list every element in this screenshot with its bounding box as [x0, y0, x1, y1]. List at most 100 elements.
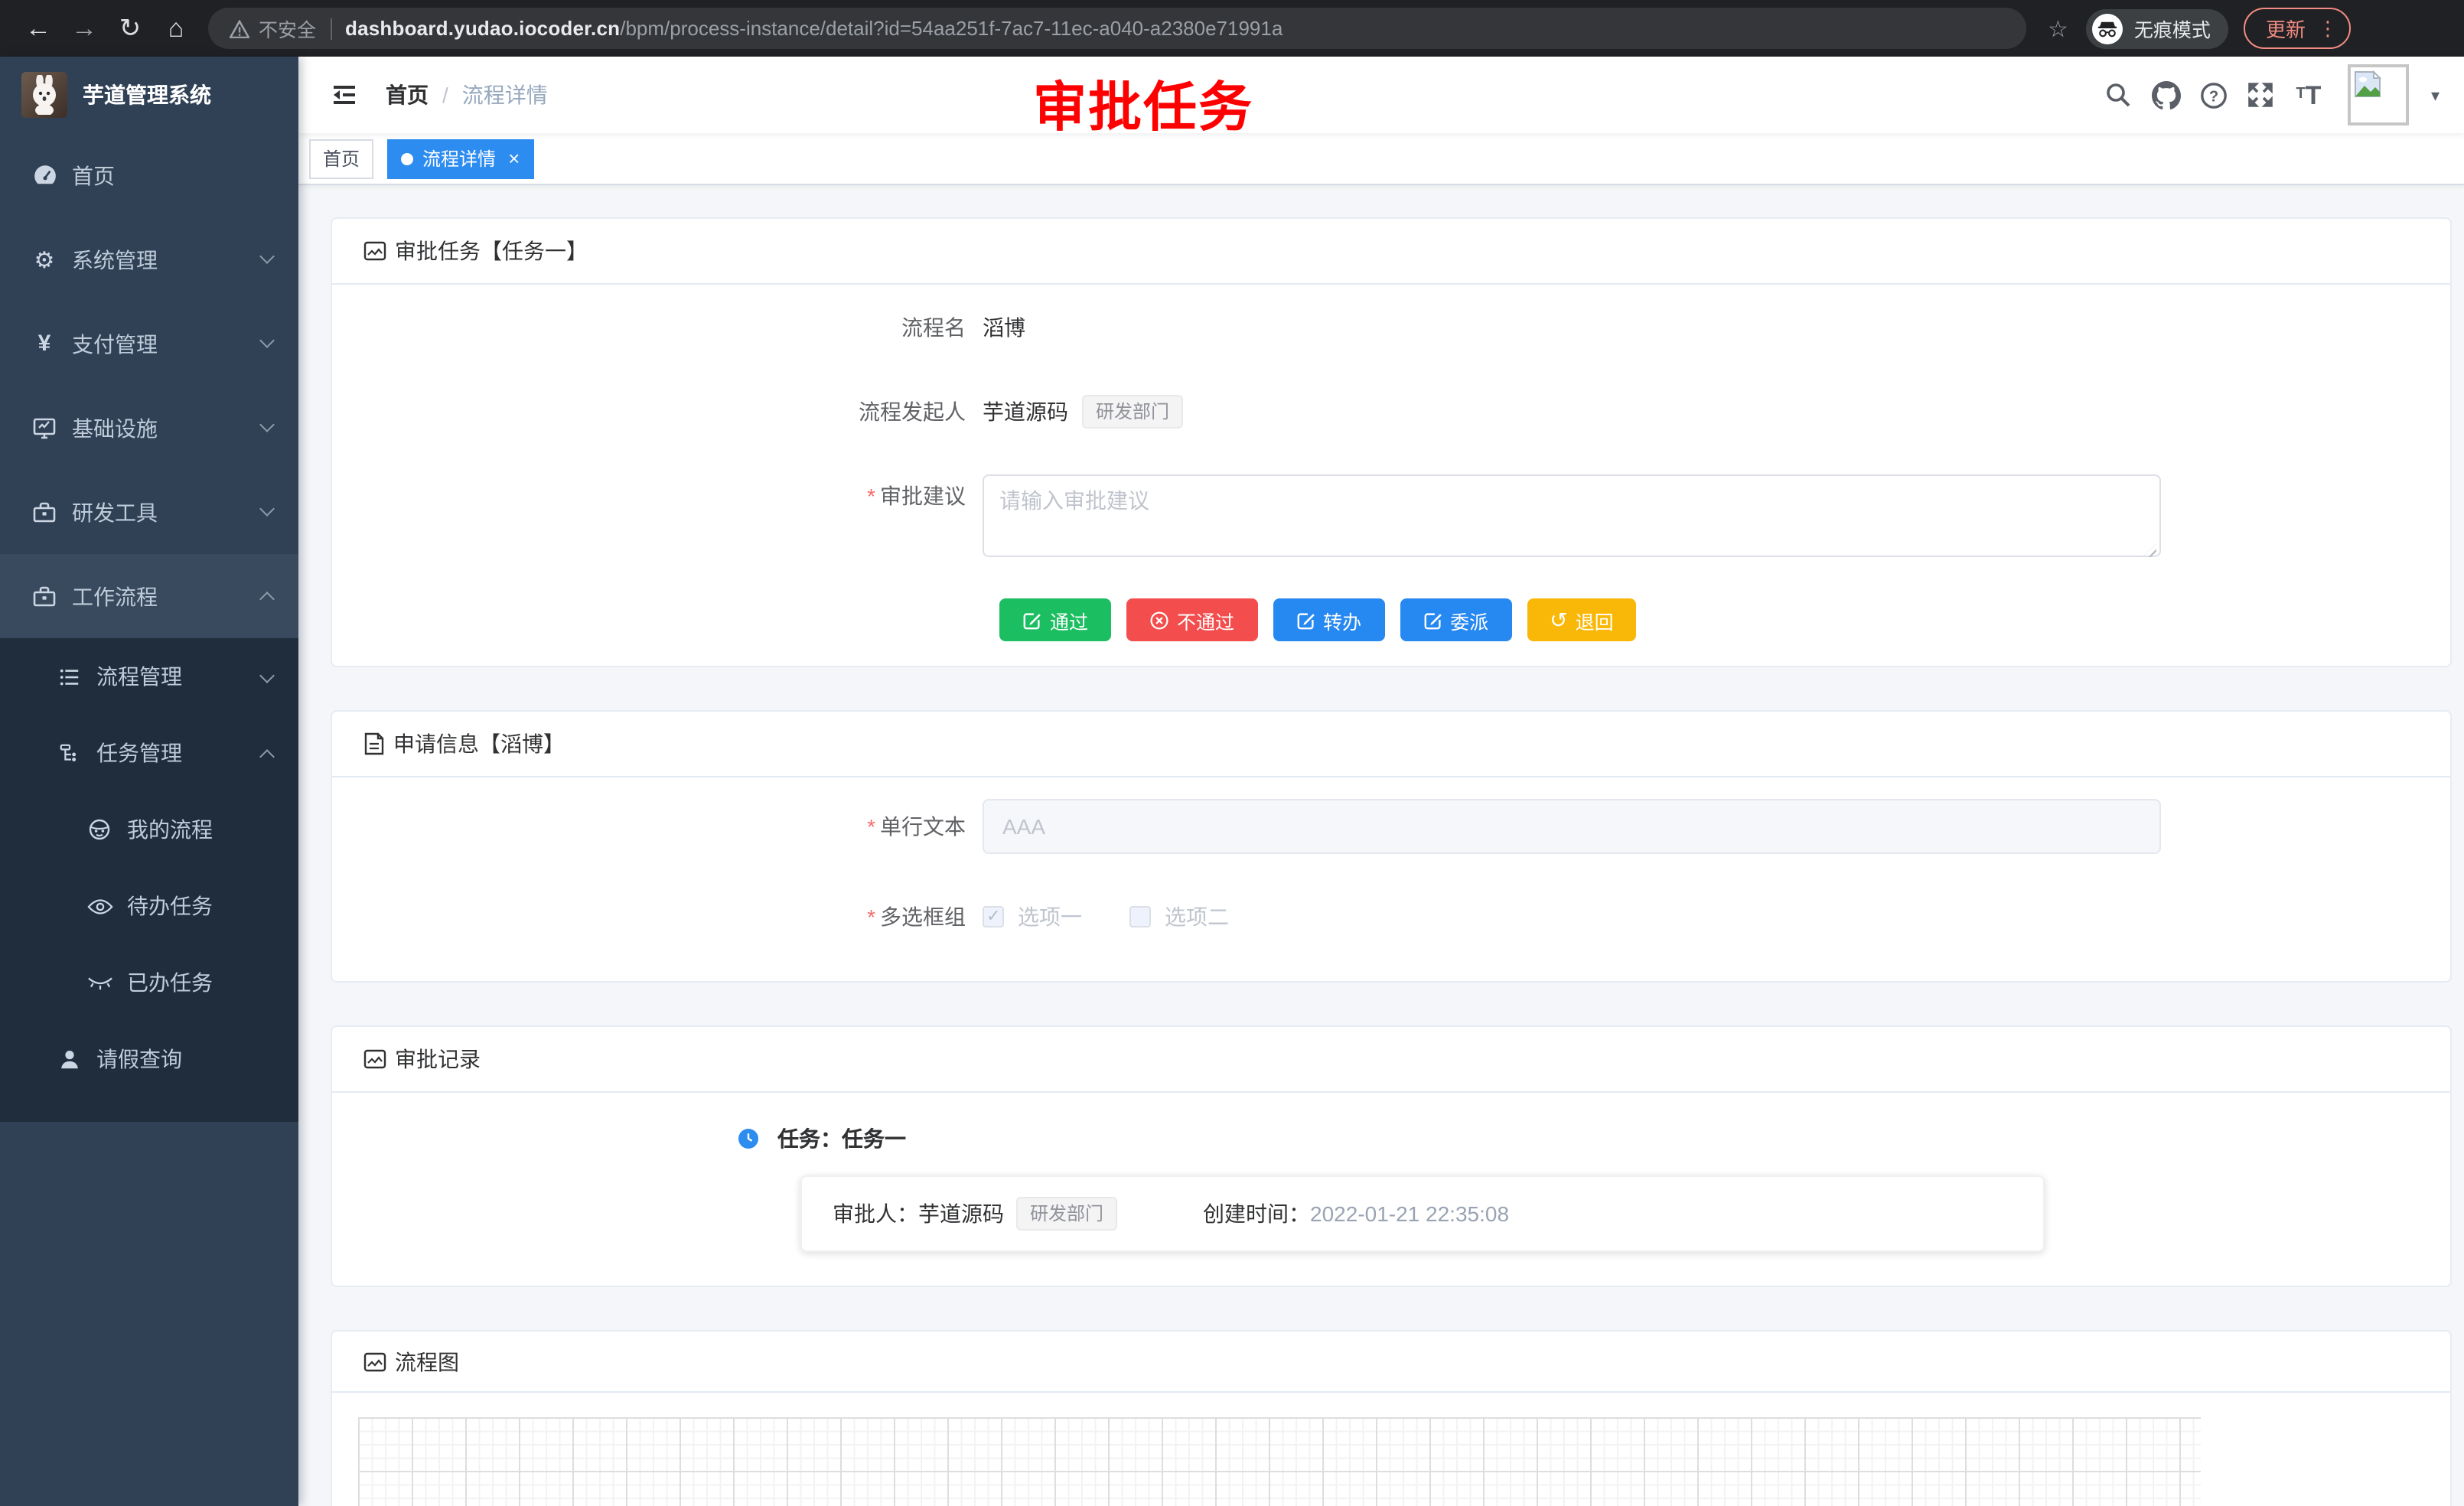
- breadcrumb-home[interactable]: 首页: [386, 80, 429, 110]
- face-icon: [86, 817, 113, 842]
- red-annotation-text: 审批任务: [1033, 64, 1253, 142]
- reject-button[interactable]: 不通过: [1126, 598, 1257, 641]
- single-text-row: *单行文本: [363, 799, 2420, 854]
- avatar-caret-icon[interactable]: ▾: [2431, 85, 2440, 105]
- card-title: 审批记录: [395, 1044, 481, 1074]
- page-content: 审批任务【任务一】 流程名 滔博 流程发起人 芋道源码 研发部门: [298, 185, 2464, 1506]
- field-label: 流程名: [363, 306, 983, 349]
- process-name-row: 流程名 滔博: [363, 306, 2420, 349]
- browser-back-button[interactable]: ←: [15, 0, 61, 57]
- button-label: 通过: [1050, 605, 1088, 634]
- sidebar-item-my-process[interactable]: 我的流程: [0, 791, 298, 868]
- fullscreen-icon[interactable]: [2244, 75, 2278, 115]
- browser-reload-button[interactable]: ↻: [107, 0, 153, 57]
- apply-info-card: 申请信息【滔博】 *单行文本 *多选框组 选项一: [331, 710, 2452, 983]
- eye-closed-icon: [86, 973, 113, 993]
- initiator-row: 流程发起人 芋道源码 研发部门: [363, 390, 2420, 433]
- bpmn-diagram-canvas[interactable]: [358, 1417, 2201, 1506]
- sidebar-item-label: 待办任务: [127, 891, 213, 921]
- tab-process-detail[interactable]: 流程详情 ×: [387, 139, 533, 178]
- sidebar-item-label: 流程管理: [96, 661, 182, 692]
- approve-task-card: 审批任务【任务一】 流程名 滔博 流程发起人 芋道源码 研发部门: [331, 217, 2452, 667]
- url-divider: [330, 18, 331, 39]
- yen-icon: ¥: [31, 331, 58, 357]
- delegate-button[interactable]: 委派: [1400, 598, 1511, 641]
- browser-forward-button[interactable]: →: [61, 0, 107, 57]
- checkbox-option1-label: 选项一: [1018, 901, 1082, 932]
- card-header: 审批任务【任务一】: [332, 219, 2450, 285]
- app-title: 芋道管理系统: [83, 80, 211, 110]
- sidebar-item-devtools[interactable]: 研发工具: [0, 470, 298, 554]
- checkbox-option1: [983, 906, 1004, 927]
- incognito-badge: 无痕模式: [2087, 8, 2229, 48]
- bookmark-star-icon[interactable]: ☆: [2048, 15, 2068, 42]
- github-icon[interactable]: [2149, 75, 2183, 115]
- sidebar-item-home[interactable]: 首页: [0, 133, 298, 217]
- card-header: 流程图: [332, 1332, 2450, 1393]
- address-bar[interactable]: 不安全 dashboard.yudao.iocoder.cn /bpm/proc…: [208, 8, 2026, 49]
- sidebar-item-todo-tasks[interactable]: 待办任务: [0, 868, 298, 944]
- font-size-small: T: [2296, 87, 2305, 103]
- sidebar-item-label: 系统管理: [72, 244, 158, 275]
- transfer-button[interactable]: 转办: [1273, 598, 1384, 641]
- created-label: 创建时间：: [1203, 1198, 1310, 1229]
- sidebar-item-workflow[interactable]: 工作流程: [0, 554, 298, 638]
- avatar[interactable]: [2348, 64, 2410, 126]
- timeline-task-title: 任务：任务一: [777, 1123, 906, 1154]
- update-label[interactable]: 更新: [2266, 14, 2306, 43]
- single-text-label: 单行文本: [880, 814, 966, 839]
- sidebar-collapse-icon[interactable]: [318, 81, 370, 109]
- edit-icon: [1423, 610, 1442, 630]
- comment-label: 审批建议: [880, 484, 966, 508]
- sidebar-item-label: 基础设施: [72, 412, 158, 443]
- url-path: /bpm/process-instance/detail?id=54aa251f…: [620, 17, 1283, 40]
- not-secure-label[interactable]: 不安全: [259, 14, 316, 43]
- comment-row: *审批建议: [363, 474, 2420, 565]
- search-icon[interactable]: [2102, 75, 2136, 115]
- sidebar-item-leave-query[interactable]: 请假查询: [0, 1021, 298, 1097]
- circle-close-icon: [1149, 610, 1169, 630]
- incognito-label: 无痕模式: [2134, 14, 2211, 43]
- toolbox-icon: [31, 584, 58, 608]
- approve-button[interactable]: 通过: [999, 598, 1111, 641]
- return-button[interactable]: ↺ 退回: [1527, 598, 1637, 641]
- tags-view-bar: 首页 流程详情 ×: [298, 133, 2464, 185]
- picture-icon: [363, 1047, 387, 1071]
- tree-icon: [55, 742, 83, 764]
- chevron-down-icon: [259, 417, 275, 432]
- approval-record-card: 审批记录 任务：任务一 审批人： 芋道源码 研发部门: [331, 1025, 2452, 1287]
- sidebar-item-label: 工作流程: [72, 581, 158, 611]
- tab-home[interactable]: 首页: [309, 139, 373, 178]
- field-label: *单行文本: [363, 805, 983, 848]
- browser-toolbar: ← → ↻ ⌂ 不安全 dashboard.yudao.iocoder.cn /…: [0, 0, 2464, 57]
- sidebar-item-task-mgmt[interactable]: 任务管理: [0, 715, 298, 791]
- picture-icon: [363, 1349, 387, 1374]
- process-name-value: 滔博: [983, 312, 1025, 343]
- sidebar-item-infra[interactable]: 基础设施: [0, 386, 298, 470]
- sidebar-item-process-mgmt[interactable]: 流程管理: [0, 638, 298, 715]
- font-size-icon[interactable]: TT: [2292, 75, 2325, 115]
- sidebar-item-payment[interactable]: ¥ 支付管理: [0, 302, 298, 386]
- close-icon[interactable]: ×: [508, 148, 520, 168]
- comment-textarea[interactable]: [983, 474, 2161, 557]
- sidebar-item-done-tasks[interactable]: 已办任务: [0, 944, 298, 1021]
- help-icon[interactable]: ?: [2197, 75, 2231, 115]
- app-logo-row[interactable]: 芋道管理系统: [0, 57, 298, 133]
- created-time: 2022-01-21 22:35:08: [1310, 1201, 1509, 1226]
- sidebar-item-system[interactable]: ⚙ 系统管理: [0, 217, 298, 302]
- list-icon: [55, 665, 83, 688]
- chevron-down-icon: [259, 668, 275, 683]
- chevron-up-icon: [259, 749, 275, 764]
- button-label: 退回: [1576, 605, 1614, 634]
- browser-menu-icon[interactable]: ⋮: [2318, 16, 2338, 41]
- card-header: 审批记录: [332, 1027, 2450, 1093]
- dept-tag: 研发部门: [1082, 395, 1183, 429]
- browser-update-pill[interactable]: 更新 ⋮: [2244, 8, 2352, 49]
- url-host: dashboard.yudao.iocoder.cn: [345, 17, 620, 40]
- chevron-down-icon: [259, 501, 275, 517]
- picture-icon: [363, 239, 387, 263]
- required-mark: *: [867, 484, 875, 508]
- sidebar-item-label: 已办任务: [127, 967, 213, 998]
- browser-home-button[interactable]: ⌂: [153, 0, 199, 57]
- checkbox-option2-label: 选项二: [1165, 901, 1229, 932]
